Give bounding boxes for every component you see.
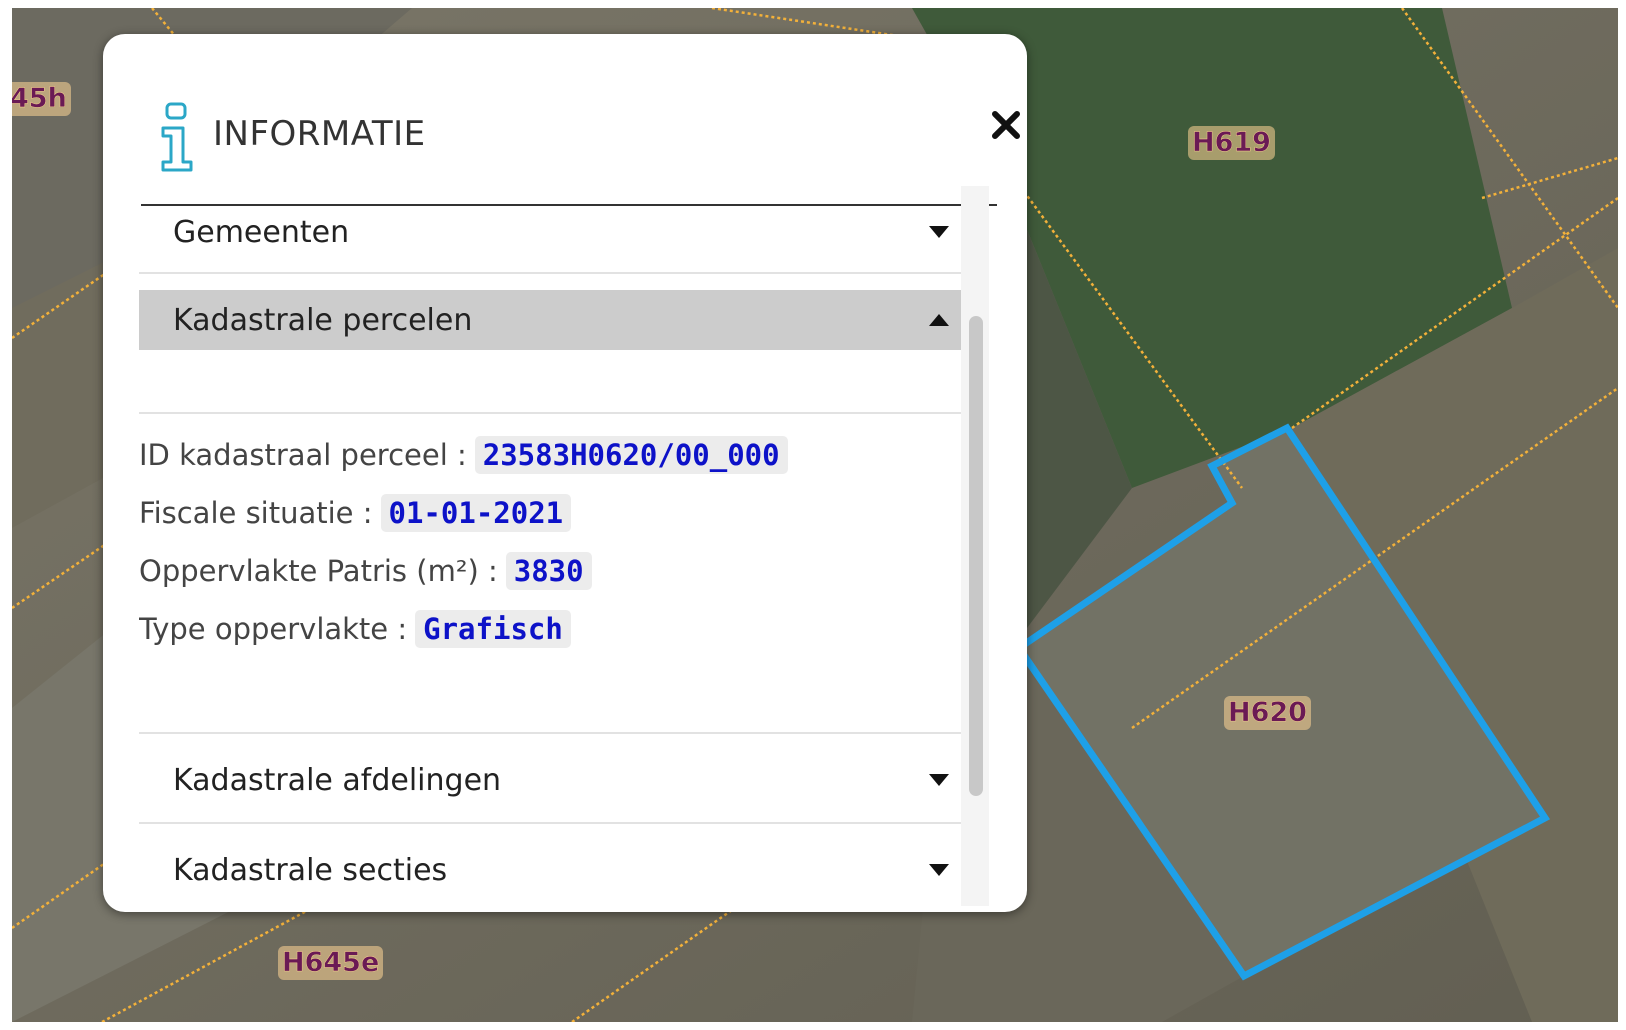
caret-down-icon — [929, 864, 949, 876]
accordion-label: Kadastrale secties — [173, 852, 448, 888]
attribute-row: ID kadastraal perceel : 23583H0620/00_00… — [139, 434, 788, 476]
attribute-row: Type oppervlakte : Grafisch — [139, 608, 571, 650]
accordion-gemeenten[interactable]: Gemeenten — [139, 202, 961, 262]
attribute-key: Type oppervlakte : — [139, 612, 408, 646]
attribute-value: Grafisch — [415, 610, 571, 648]
attribute-key: ID kadastraal perceel : — [139, 438, 467, 472]
accordion-kadastrale-secties[interactable]: Kadastrale secties — [139, 840, 961, 900]
info-panel: INFORMATIE Gemeenten Kadastrale percelen… — [103, 34, 1027, 912]
attribute-row: Oppervlakte Patris (m²) : 3830 — [139, 550, 592, 592]
caret-up-icon — [929, 314, 949, 326]
attribute-row: Fiscale situatie : 01-01-2021 — [139, 492, 572, 534]
panel-header: INFORMATIE — [141, 64, 1020, 206]
accordion-kadastrale-afdelingen[interactable]: Kadastrale afdelingen — [139, 750, 961, 810]
divider — [139, 412, 961, 414]
parcel-label-h645e: H645e — [278, 946, 384, 980]
divider — [139, 272, 961, 274]
attribute-key: Fiscale situatie : — [139, 496, 373, 530]
divider — [139, 732, 961, 734]
accordion-label: Kadastrale afdelingen — [173, 762, 502, 798]
attribute-value: 23583H0620/00_000 — [474, 436, 788, 474]
parcel-label-45h: 45h — [12, 82, 71, 116]
close-icon[interactable] — [989, 108, 1023, 142]
attribute-key: Oppervlakte Patris (m²) : — [139, 554, 498, 588]
accordion-label: Kadastrale percelen — [173, 302, 473, 338]
caret-down-icon — [929, 226, 949, 238]
info-icon — [161, 102, 193, 172]
panel-title: INFORMATIE — [213, 114, 426, 154]
attribute-value: 3830 — [505, 552, 592, 590]
divider — [139, 822, 961, 824]
attribute-value: 01-01-2021 — [380, 494, 572, 532]
accordion-label: Gemeenten — [173, 214, 350, 250]
parcel-label-h620: H620 — [1224, 696, 1311, 730]
parcel-label-h619: H619 — [1188, 126, 1275, 160]
caret-down-icon — [929, 774, 949, 786]
scrollbar-track[interactable] — [961, 186, 989, 906]
accordion-kadastrale-percelen[interactable]: Kadastrale percelen — [139, 290, 961, 350]
accordion: Gemeenten Kadastrale percelen ID kadastr… — [139, 186, 961, 906]
scrollbar-thumb[interactable] — [969, 316, 983, 796]
